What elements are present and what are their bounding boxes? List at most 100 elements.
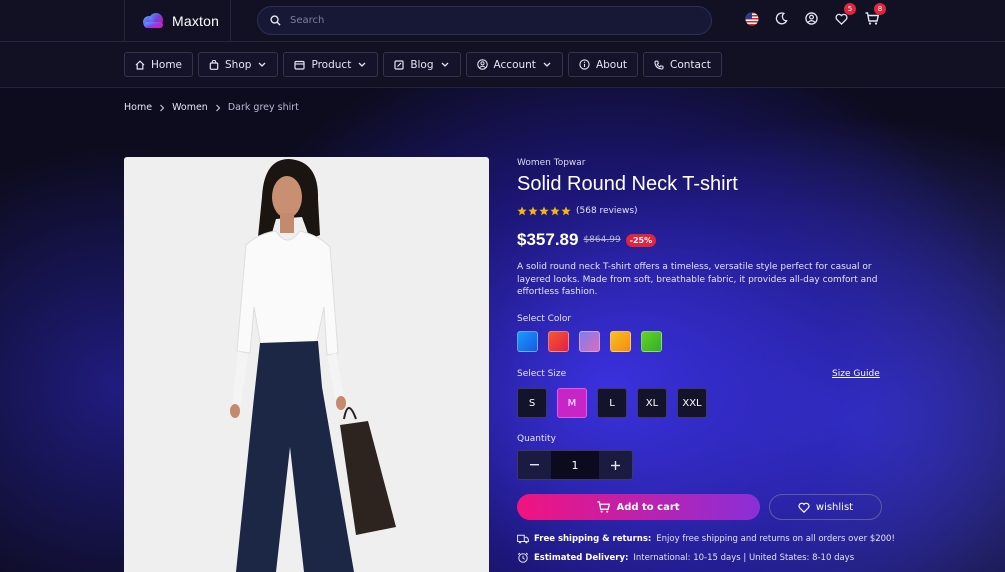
star-icon (550, 206, 560, 216)
user-circle-icon (805, 12, 818, 25)
breadcrumb-current: Dark grey shirt (227, 102, 299, 113)
delivery-text: International: 10-15 days | United State… (633, 552, 855, 563)
nav-about[interactable]: About (567, 52, 638, 77)
size-option-l[interactable]: L (597, 388, 627, 418)
wishlist-count-badge: 5 (844, 3, 856, 15)
product-description: A solid round neck T-shirt offers a time… (517, 262, 878, 297)
product-rating: (568 reviews) (517, 206, 638, 216)
brand-name: Maxton (172, 13, 220, 29)
minus-icon (530, 464, 539, 466)
shipping-text: Enjoy free shipping and returns on all o… (656, 534, 895, 544)
cart-icon (597, 501, 611, 513)
color-swatch-orange[interactable] (610, 331, 631, 352)
product-category: Women Topwar (517, 158, 586, 168)
wishlist-label: wishlist (815, 501, 854, 513)
size-option-xxl[interactable]: XXL (677, 388, 707, 418)
search-input[interactable] (290, 15, 690, 26)
color-swatch-purple-pink[interactable] (579, 331, 600, 352)
color-swatch-red[interactable] (548, 331, 569, 352)
search-bar[interactable] (257, 6, 712, 35)
dark-mode-toggle[interactable] (774, 11, 789, 26)
home-icon (135, 59, 145, 70)
bag-icon (209, 59, 219, 70)
chevron-down-icon (543, 62, 551, 67)
size-option-m[interactable]: M (557, 388, 587, 418)
price-row: $357.89 $864.99 -25% (517, 230, 657, 250)
chevron-down-icon (358, 62, 366, 67)
nav-contact-label: Contact (669, 58, 711, 71)
nav-home[interactable]: Home (124, 52, 194, 77)
plus-icon (611, 460, 620, 470)
product-price: $357.89 (517, 230, 579, 249)
edit-icon (394, 59, 404, 70)
nav-about-label: About (595, 58, 627, 71)
color-swatch-blue[interactable] (517, 331, 538, 352)
chevron-right-icon (215, 104, 221, 111)
chevron-right-icon (160, 104, 165, 111)
delivery-title: Estimated Delivery: (534, 552, 629, 563)
color-swatches (517, 331, 662, 352)
original-price: $864.99 (583, 235, 621, 245)
shipping-info: Free shipping & returns: Enjoy free ship… (517, 534, 895, 544)
breadcrumb-women[interactable]: Women (172, 102, 208, 113)
nav-product[interactable]: Product (283, 52, 379, 77)
product-image[interactable] (124, 157, 489, 572)
chevron-down-icon (258, 62, 266, 67)
nav-home-label: Home (151, 58, 183, 71)
star-icon (517, 206, 527, 216)
size-option-s[interactable]: S (517, 388, 547, 418)
add-to-cart-button[interactable]: Add to cart (517, 494, 760, 520)
size-option-xl[interactable]: XL (637, 388, 667, 418)
color-swatch-green[interactable] (641, 331, 662, 352)
quantity-stepper (517, 450, 633, 480)
nav-shop-label: Shop (225, 58, 252, 71)
star-icon (561, 206, 571, 216)
quantity-input[interactable] (551, 451, 599, 479)
nav-blog-label: Blog (410, 58, 434, 71)
select-color-label: Select Color (517, 314, 572, 324)
nav-shop[interactable]: Shop (198, 52, 279, 77)
info-icon (579, 59, 590, 70)
nav-account[interactable]: Account (465, 52, 563, 77)
product-title: Solid Round Neck T-shirt (517, 173, 738, 195)
brand-logo[interactable]: Maxton (124, 0, 231, 42)
store-icon (294, 60, 306, 70)
nav-blog[interactable]: Blog (383, 52, 461, 77)
size-guide-link[interactable]: Size Guide (832, 369, 880, 379)
review-count[interactable]: (568 reviews) (576, 206, 638, 216)
language-flag-button[interactable] (744, 11, 759, 26)
nav-account-label: Account (493, 58, 536, 71)
nav-product-label: Product (311, 58, 352, 71)
star-icon (528, 206, 538, 216)
chevron-down-icon (441, 62, 448, 67)
breadcrumb: Home Women Dark grey shirt (124, 102, 299, 113)
main-nav: Home Shop Product Blog Account About Con… (0, 42, 1005, 88)
truck-icon (517, 534, 529, 544)
account-button[interactable] (804, 11, 819, 26)
nav-contact[interactable]: Contact (642, 52, 722, 77)
model-illustration (230, 159, 396, 572)
moon-icon (775, 12, 788, 25)
discount-badge: -25% (625, 233, 657, 247)
quantity-label: Quantity (517, 434, 556, 444)
star-icon (539, 206, 549, 216)
cart-count-badge: 8 (874, 3, 886, 15)
heart-icon (835, 13, 848, 25)
search-icon (270, 15, 281, 26)
us-flag-icon (745, 12, 758, 25)
quantity-increase-button[interactable] (599, 451, 632, 479)
cart-button[interactable]: 8 (864, 3, 886, 26)
shipping-title: Free shipping & returns: (534, 534, 652, 544)
cloud-logo-icon (143, 13, 163, 28)
select-size-label: Select Size (517, 369, 567, 379)
wishlist-button[interactable]: 5 (834, 3, 856, 26)
quantity-decrease-button[interactable] (518, 451, 551, 479)
phone-icon (654, 59, 664, 70)
delivery-info: Estimated Delivery: International: 10-15… (517, 552, 854, 563)
size-options: S M L XL XXL (517, 388, 707, 418)
user-circle-icon (476, 59, 488, 70)
add-to-cart-label: Add to cart (616, 501, 680, 513)
breadcrumb-home[interactable]: Home (124, 102, 152, 113)
add-to-wishlist-button[interactable]: wishlist (769, 494, 882, 520)
top-header: Maxton Search 5 8 (0, 0, 1005, 42)
